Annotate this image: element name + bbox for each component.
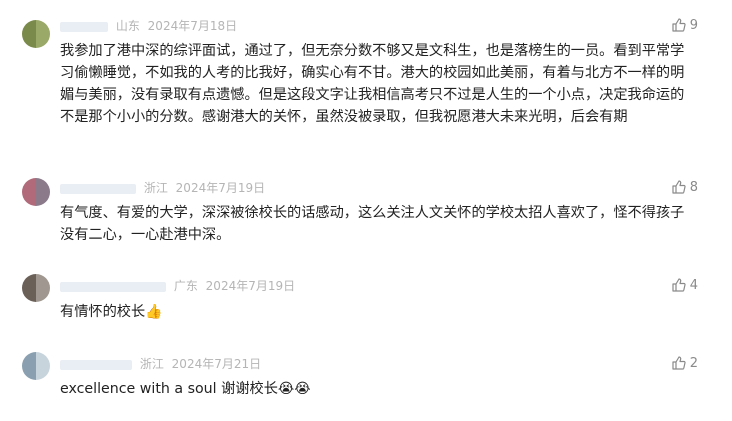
crying-emoji: 😭😭 (277, 381, 311, 397)
like-button[interactable]: 9 (672, 18, 698, 34)
like-button[interactable]: 8 (672, 180, 698, 196)
avatar[interactable] (22, 274, 50, 302)
comment-location: 广东 (173, 279, 198, 293)
comment-meta: 浙江 2024年7月19日 (60, 180, 265, 196)
comment-text-body: excellence with a soul 谢谢校长 (60, 381, 278, 397)
comment-date: 2024年7月21日 (171, 357, 262, 371)
like-count: 9 (689, 18, 698, 33)
avatar[interactable] (22, 178, 50, 206)
comment-location: 山东 (115, 19, 140, 33)
comment-meta: 浙江 2024年7月21日 (60, 356, 261, 372)
comment-text: 有情怀的校长👍 (60, 301, 696, 323)
nickname-blurred (60, 359, 132, 370)
comment-text: 有气度、有爱的大学，深深被徐校长的话感动，这么关注人文关怀的学校太招人喜欢了，怪… (60, 205, 685, 243)
nickname-blurred (60, 183, 136, 194)
thumbs-up-emoji: 👍 (145, 304, 163, 320)
comment-meta: 广东 2024年7月19日 (60, 278, 295, 294)
thumbs-up-icon (672, 278, 690, 293)
comment-meta: 山东 2024年7月18日 (60, 18, 237, 34)
comment-location: 浙江 (143, 181, 168, 195)
nickname-blurred (60, 281, 166, 292)
nickname-blurred (60, 21, 108, 32)
like-count: 2 (689, 356, 698, 371)
comment-location: 浙江 (139, 357, 164, 371)
comment-text: excellence with a soul 谢谢校长😭😭 (60, 378, 696, 400)
like-count: 8 (689, 180, 698, 195)
comment-date: 2024年7月19日 (175, 181, 266, 195)
thumbs-up-icon (672, 356, 690, 371)
comment-date: 2024年7月18日 (147, 19, 238, 33)
comment-text: 我参加了港中深的综评面试，通过了，但无奈分数不够又是文科生，也是落榜生的一员。看… (60, 43, 685, 125)
like-button[interactable]: 2 (672, 356, 698, 372)
like-count: 4 (689, 278, 698, 293)
like-button[interactable]: 4 (672, 278, 698, 294)
comment-text-body: 有情怀的校长 (60, 304, 146, 320)
thumbs-up-icon (672, 180, 690, 195)
avatar[interactable] (22, 352, 50, 380)
avatar[interactable] (22, 20, 50, 48)
comment-date: 2024年7月19日 (205, 279, 296, 293)
thumbs-up-icon (672, 18, 690, 33)
